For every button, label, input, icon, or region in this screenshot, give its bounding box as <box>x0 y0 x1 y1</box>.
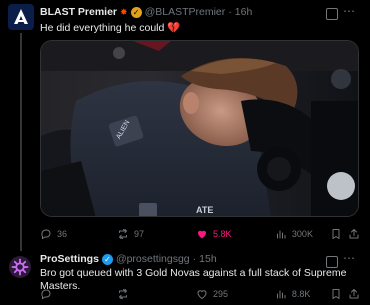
broken-heart-emoji: 💔 <box>167 22 181 34</box>
author-handle[interactable]: @BLASTPremier <box>145 6 226 18</box>
reply-button[interactable]: 36 <box>40 228 117 240</box>
repost-button[interactable]: 97 <box>117 228 196 240</box>
tweet-actions: 36 97 5.8K 300K <box>40 227 360 241</box>
tweet-header: BLAST Premier ✸ ✓ @BLASTPremier · 16h <box>40 4 252 20</box>
timestamp[interactable]: 15h <box>199 253 217 265</box>
bookmark-icon <box>332 289 340 299</box>
reply-icon <box>41 289 51 300</box>
bookmark-icon <box>332 229 340 239</box>
blast-logo-icon <box>14 9 28 24</box>
player-photo: ALIEN ATE <box>41 41 358 216</box>
author-handle[interactable]: @prosettingsgg <box>116 253 190 265</box>
share-button[interactable] <box>348 288 360 300</box>
author-name[interactable]: BLAST Premier <box>40 6 117 18</box>
thread-line <box>20 33 22 251</box>
repost-icon <box>118 289 127 299</box>
bookmark-button[interactable] <box>330 288 344 300</box>
like-count: 295 <box>212 289 228 299</box>
tweet-text: He did everything he could 💔 <box>40 21 180 34</box>
share-icon <box>349 289 359 299</box>
analytics-icon <box>276 290 286 299</box>
verified-blue-icon[interactable]: ✓ <box>101 253 113 265</box>
bookmark-button[interactable] <box>330 228 344 240</box>
blast-avatar[interactable] <box>8 4 34 30</box>
timestamp[interactable]: 16h <box>235 6 253 18</box>
heart-icon <box>197 290 207 300</box>
tweet-header: ProSettings ✓ @prosettingsgg · 15h <box>40 251 217 267</box>
tweet-blast-premier[interactable]: BLAST Premier ✸ ✓ @BLASTPremier · 16h ⋯ … <box>0 0 370 251</box>
like-count: 5.8K <box>212 229 232 239</box>
separator: · <box>192 253 197 265</box>
reply-button[interactable] <box>40 288 117 300</box>
jersey-text-ate: ATE <box>196 205 213 215</box>
more-options-icon[interactable]: ⋯ <box>343 4 356 18</box>
grok-icon[interactable] <box>326 8 338 20</box>
share-button[interactable] <box>348 228 360 240</box>
author-name[interactable]: ProSettings <box>40 253 99 265</box>
view-count: 8.8K <box>291 289 311 299</box>
view-count: 300K <box>291 229 313 239</box>
prosettings-avatar[interactable] <box>9 256 31 278</box>
reply-count: 36 <box>57 229 68 239</box>
views-button[interactable]: 300K <box>275 228 330 240</box>
like-button[interactable]: 5.8K <box>196 228 275 240</box>
more-options-icon[interactable]: ⋯ <box>343 251 356 265</box>
reply-icon <box>41 229 51 240</box>
repost-icon <box>118 229 127 239</box>
analytics-icon <box>276 230 286 239</box>
tweet-actions: 295 8.8K <box>40 287 360 301</box>
prosettings-logo-icon <box>11 258 29 276</box>
verified-gold-icon[interactable]: ✓ <box>130 6 142 18</box>
repost-button[interactable] <box>117 288 196 300</box>
like-button[interactable]: 295 <box>196 288 275 300</box>
share-icon <box>349 229 359 239</box>
separator: · <box>228 6 232 18</box>
fire-icon: ✸ <box>120 6 128 17</box>
heart-filled-icon <box>197 230 206 239</box>
tweet-media-image[interactable]: ALIEN ATE <box>40 40 359 217</box>
tweet-text-body: He did everything he could <box>40 22 165 34</box>
repost-count: 97 <box>133 229 144 239</box>
views-button[interactable]: 8.8K <box>275 288 330 300</box>
